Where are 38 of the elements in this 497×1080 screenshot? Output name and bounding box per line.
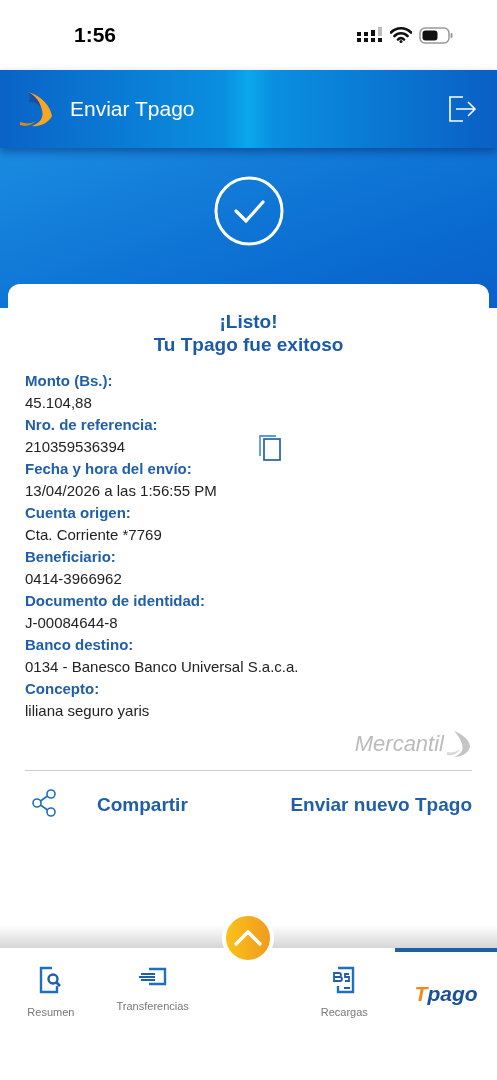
new-transfer-button[interactable]: Enviar nuevo Tpago bbox=[290, 793, 472, 816]
swoosh-icon bbox=[446, 730, 472, 758]
field-label: Nro. de referencia: bbox=[25, 415, 159, 435]
field-value: Cta. Corriente *7769 bbox=[25, 525, 162, 545]
status-time: 1:56 bbox=[74, 23, 117, 47]
field-value: liliana seguro yaris bbox=[25, 701, 150, 721]
nav-tab[interactable]: Transferencias bbox=[101, 948, 204, 1080]
field-label: Concepto: bbox=[25, 679, 101, 699]
field-label: Cuenta origen: bbox=[25, 503, 132, 523]
field-label: Beneficiario: bbox=[25, 547, 117, 567]
field-value: 45.104,88 bbox=[25, 393, 92, 413]
transfer-icon bbox=[138, 966, 167, 988]
field-value: 210359536394 bbox=[25, 437, 126, 457]
chevron-up-icon bbox=[233, 929, 264, 947]
field-value: J-00084644-8 bbox=[25, 613, 118, 633]
logo-icon bbox=[18, 90, 54, 128]
logout-icon[interactable] bbox=[447, 94, 477, 124]
wifi-icon bbox=[390, 27, 412, 43]
phone-bs-icon bbox=[332, 966, 357, 994]
success-title: ¡Listo! bbox=[218, 310, 279, 333]
field-value: 0134 - Banesco Banco Universal S.a.c.a. bbox=[25, 657, 299, 677]
share-icon[interactable] bbox=[31, 789, 59, 820]
field-label: Banco destino: bbox=[25, 635, 135, 655]
field-value: 0414-3966962 bbox=[25, 569, 122, 589]
tpago-tab[interactable]: Tpago bbox=[395, 948, 497, 1080]
signal-icon bbox=[357, 27, 383, 43]
nav-tab[interactable]: Resumen bbox=[0, 948, 102, 1080]
success-check-icon bbox=[213, 176, 284, 246]
field-label: Fecha y hora del envío: bbox=[25, 459, 193, 479]
field-label: Monto (Bs.): bbox=[25, 371, 114, 391]
share-button[interactable]: Compartir bbox=[97, 793, 188, 816]
field-label: Documento de identidad: bbox=[25, 591, 206, 611]
success-title: Tu Tpago fue exitoso bbox=[152, 333, 345, 356]
field-value: 13/04/2026 a las 1:56:55 PM bbox=[25, 481, 217, 501]
brand-name: Mercantil bbox=[354, 731, 444, 757]
battery-icon bbox=[419, 26, 453, 44]
screen-title: Enviar Tpago bbox=[70, 97, 196, 121]
nav-tab[interactable]: Recargas bbox=[293, 948, 396, 1080]
